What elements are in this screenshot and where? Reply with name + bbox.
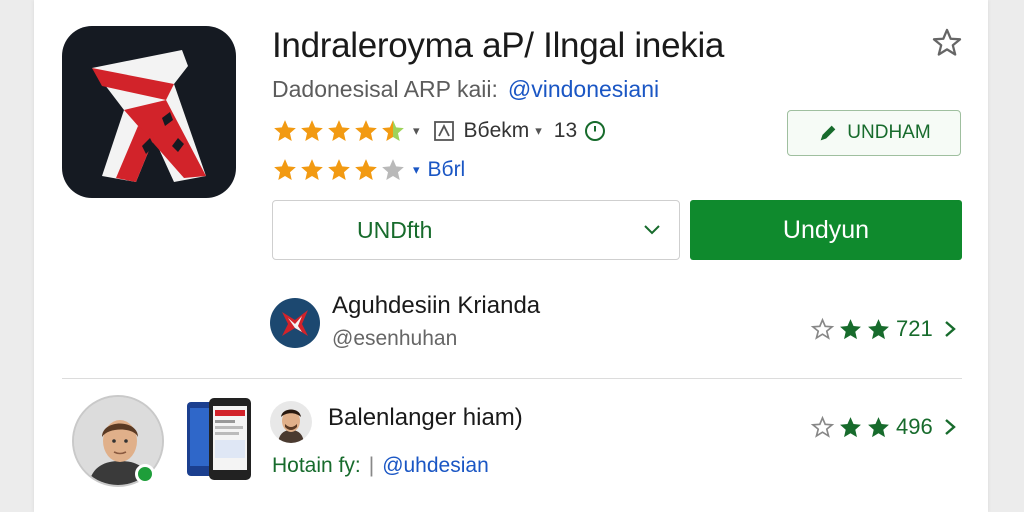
version-number: 13 bbox=[553, 119, 578, 142]
star-icon bbox=[355, 159, 377, 180]
secondary-dropdown-caret[interactable]: ▾ bbox=[413, 162, 420, 178]
edit-button-label: UNDHAM bbox=[847, 122, 931, 143]
version-select[interactable]: UNDfth bbox=[272, 200, 680, 260]
star-icon bbox=[301, 120, 323, 141]
download-icon bbox=[433, 121, 454, 141]
user-footer: Hotain fy: | @uhdesian bbox=[272, 454, 489, 478]
app-logo-icon[interactable] bbox=[62, 26, 236, 198]
developer-handle: @esenhuhan bbox=[332, 327, 458, 350]
developer-rating-value: 721 bbox=[896, 316, 933, 341]
star-icon bbox=[328, 159, 350, 180]
secondary-rating-stars bbox=[272, 157, 407, 183]
star-icon bbox=[355, 120, 377, 141]
developer-name[interactable]: Aguhdesiin Krianda bbox=[332, 292, 540, 320]
clock-icon bbox=[585, 121, 606, 141]
star-empty-icon bbox=[810, 317, 835, 340]
footer-label: Hotain fy: bbox=[272, 454, 361, 477]
chevron-down-icon bbox=[644, 225, 660, 235]
star-icon bbox=[868, 416, 889, 437]
star-icon bbox=[301, 159, 323, 180]
app-title: Indraleroyma aP/ Ilngal inekia bbox=[272, 26, 725, 65]
star-icon bbox=[274, 159, 296, 180]
footer-separator: | bbox=[368, 454, 375, 477]
edit-button[interactable]: UNDHAM bbox=[787, 110, 961, 156]
developer-avatar[interactable] bbox=[270, 298, 320, 348]
user-small-avatar[interactable] bbox=[270, 401, 312, 443]
half-star-icon bbox=[382, 120, 404, 141]
user-name[interactable]: Balenlanger hiam) bbox=[328, 404, 523, 432]
app-subtitle: Dadonesisal ARP kaii: @vindonesiani bbox=[272, 76, 659, 103]
app-stats-row: ▾ Bбekm ▾ 13 bbox=[272, 116, 607, 146]
star-icon bbox=[840, 416, 861, 437]
pencil-icon bbox=[820, 125, 836, 141]
user-rating-value: 496 bbox=[896, 414, 933, 439]
section-divider bbox=[62, 378, 962, 379]
secondary-link[interactable]: Bбrl bbox=[428, 158, 466, 182]
downloads-dropdown-caret[interactable]: ▾ bbox=[535, 123, 542, 139]
star-empty-icon bbox=[810, 415, 835, 438]
subtitle-text: Dadonesisal ARP kaii: bbox=[272, 76, 498, 102]
developer-rating[interactable]: 721 bbox=[810, 316, 957, 342]
star-icon bbox=[274, 120, 296, 141]
developer-handle-link[interactable]: @vindonesiani bbox=[508, 76, 659, 102]
rating-dropdown-caret[interactable]: ▾ bbox=[413, 123, 420, 139]
select-value: UNDfth bbox=[357, 217, 433, 243]
primary-rating-stars bbox=[272, 118, 407, 144]
footer-handle-link[interactable]: @uhdesian bbox=[382, 454, 489, 477]
star-icon bbox=[840, 318, 861, 339]
chevron-right-icon bbox=[944, 321, 956, 337]
downloads-count: Bбekm bbox=[463, 119, 530, 142]
favorite-star-icon[interactable] bbox=[930, 26, 964, 60]
star-icon bbox=[328, 120, 350, 141]
chevron-right-icon bbox=[944, 419, 956, 435]
secondary-rating-row: ▾ Bбrl bbox=[272, 155, 465, 185]
star-icon bbox=[868, 318, 889, 339]
star-empty-icon bbox=[382, 159, 404, 180]
install-button[interactable]: Undyun bbox=[690, 200, 962, 260]
online-status-dot bbox=[135, 464, 155, 484]
user-rating[interactable]: 496 bbox=[810, 414, 957, 440]
phones-icon bbox=[187, 398, 251, 480]
